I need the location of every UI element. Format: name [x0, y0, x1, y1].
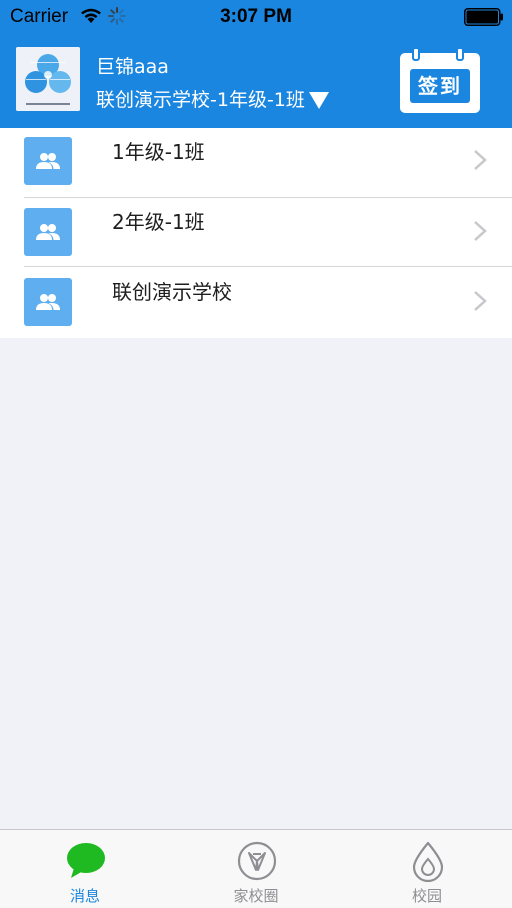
chat-bubble-icon [67, 843, 105, 878]
list-item-label: 联创演示学校 [112, 280, 232, 304]
chevron-right-icon [474, 291, 487, 311]
tab-label: 消息 [69, 887, 100, 905]
dropdown-triangle-icon [308, 91, 329, 109]
tab-messages[interactable]: 消息 [0, 830, 170, 908]
avatar-image [16, 47, 80, 111]
group-list: 1年级-1班 2年级-1班 联创演示学校 [0, 128, 512, 338]
battery-icon [464, 8, 503, 26]
tab-label: 家校圈 [233, 887, 279, 905]
compass-icon [237, 841, 277, 881]
list-item-label: 2年级-1班 [112, 210, 205, 234]
tab-label: 校园 [411, 887, 442, 905]
group-icon [24, 278, 72, 326]
group-icon [24, 137, 72, 185]
list-item[interactable]: 2年级-1班 [0, 197, 512, 267]
water-drop-icon [412, 841, 444, 882]
status-time: 3:07 PM [220, 6, 292, 27]
tab-home-school-circle[interactable]: 家校圈 [171, 830, 341, 908]
signin-label: 签到 [410, 69, 470, 103]
status-bar: Carrier 3:07 PM [0, 0, 512, 34]
user-avatar[interactable] [16, 47, 80, 111]
signin-button[interactable]: 签到 [400, 47, 480, 113]
calendar-ring-icon [456, 47, 464, 61]
calendar-ring-icon [412, 47, 420, 61]
list-item-label: 1年级-1班 [112, 140, 205, 164]
top-header: Carrier 3:07 PM 巨锦aaa 联创演示学校-1年级-1班 签到 [0, 0, 512, 128]
school-class-name: 联创演示学校-1年级-1班 [96, 89, 305, 111]
user-name: 巨锦aaa [96, 56, 169, 78]
list-item[interactable]: 联创演示学校 [0, 267, 512, 337]
list-item[interactable]: 1年级-1班 [0, 128, 512, 198]
chevron-right-icon [474, 221, 487, 241]
app-screen: Carrier 3:07 PM 巨锦aaa 联创演示学校-1年级-1班 签到 1… [0, 0, 512, 908]
tab-bar: 消息 家校圈 校园 [0, 829, 512, 908]
group-icon [24, 208, 72, 256]
school-class-selector[interactable]: 联创演示学校-1年级-1班 [96, 87, 329, 113]
chevron-right-icon [474, 150, 487, 170]
tab-campus[interactable]: 校园 [342, 830, 512, 908]
